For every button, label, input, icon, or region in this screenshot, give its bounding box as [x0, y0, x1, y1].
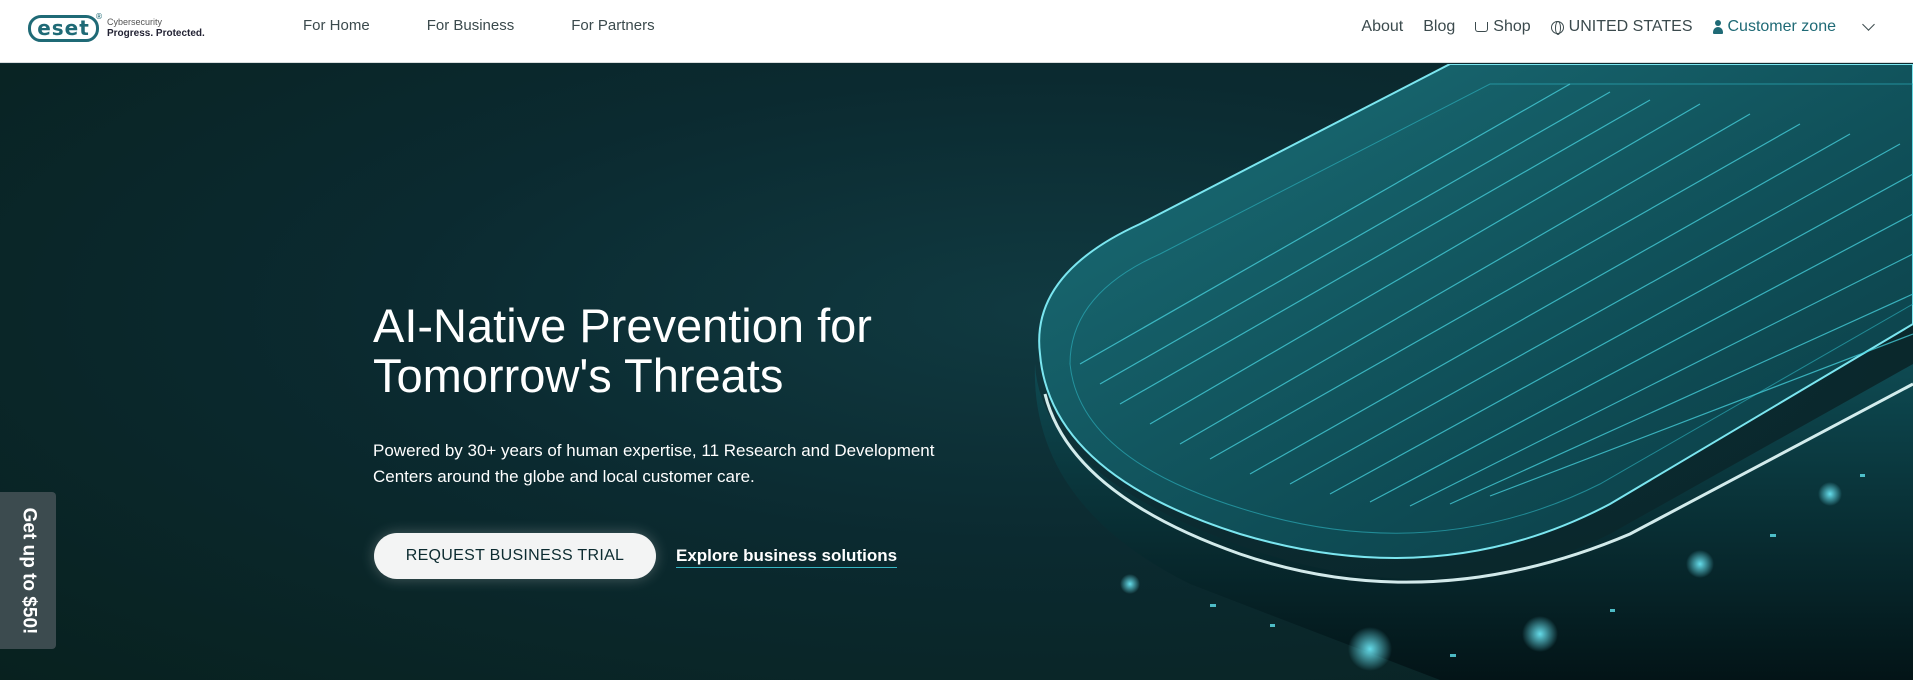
nav-shop[interactable]: Shop — [1475, 18, 1531, 36]
cart-icon — [1475, 22, 1489, 32]
site-header: eset ® Cybersecurity Progress. Protected… — [0, 0, 1913, 63]
hero-desc-line2: Centers around the globe and local custo… — [373, 467, 755, 486]
side-promo-label: Get up to $50! — [18, 507, 39, 634]
main-nav: For Home For Business For Partners — [303, 17, 712, 34]
logo-tagline: Cybersecurity Progress. Protected. — [107, 17, 205, 39]
explore-business-solutions-link[interactable]: Explore business solutions — [676, 546, 898, 568]
request-business-trial-button[interactable]: REQUEST BUSINESS TRIAL — [374, 533, 656, 579]
nav-for-home[interactable]: For Home — [303, 17, 370, 34]
registered-mark: ® — [95, 11, 104, 21]
hero-title-line1: AI-Native Prevention for — [373, 299, 872, 352]
logo-mark-text: eset — [37, 16, 90, 40]
nav-about[interactable]: About — [1361, 18, 1403, 36]
customer-zone-link[interactable]: Customer zone — [1712, 18, 1837, 36]
hero-title-line2: Tomorrow's Threats — [373, 349, 784, 402]
nav-for-business[interactable]: For Business — [427, 17, 515, 34]
utility-nav: About Blog Shop UNITED STATES Customer z… — [1341, 17, 1875, 36]
hero-title: AI-Native Prevention for Tomorrow's Thre… — [373, 301, 933, 401]
hero-chip-illustration — [1034, 64, 1913, 680]
user-icon — [1712, 20, 1723, 34]
logo-line1: Cybersecurity — [107, 17, 163, 27]
chevron-down-icon[interactable] — [1862, 17, 1875, 31]
globe-icon — [1550, 20, 1564, 35]
logo-line2: Progress. Protected. — [107, 28, 205, 39]
customer-zone-label: Customer zone — [1727, 18, 1837, 35]
hero-description: Powered by 30+ years of human expertise,… — [373, 438, 963, 490]
shop-label: Shop — [1493, 18, 1531, 35]
nav-blog[interactable]: Blog — [1423, 18, 1455, 36]
hero-section: AI-Native Prevention for Tomorrow's Thre… — [0, 64, 1913, 680]
logo-mark: eset ® — [28, 12, 103, 42]
nav-for-partners[interactable]: For Partners — [571, 17, 654, 34]
region-label: UNITED STATES — [1568, 18, 1693, 35]
side-promo-tab[interactable]: Get up to $50! — [0, 492, 56, 649]
eset-logo[interactable]: eset ® Cybersecurity Progress. Protected… — [28, 12, 205, 43]
hero-desc-line1: Powered by 30+ years of human expertise,… — [373, 441, 935, 460]
region-selector[interactable]: UNITED STATES — [1550, 18, 1693, 36]
